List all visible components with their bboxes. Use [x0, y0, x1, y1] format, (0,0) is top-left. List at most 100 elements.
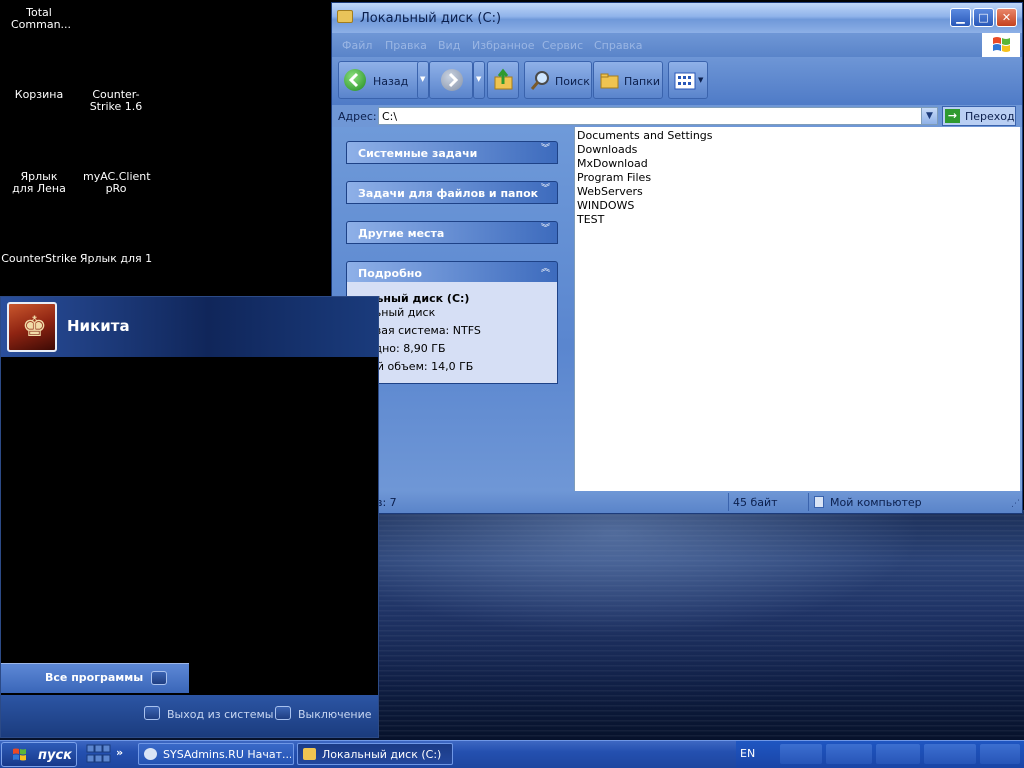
list-item[interactable]: WINDOWS [577, 199, 634, 212]
minimize-button[interactable]: ▁ [950, 8, 971, 27]
chevron-down-icon: ▼ [420, 75, 426, 83]
close-button[interactable]: ✕ [996, 8, 1017, 27]
back-arrow-icon [344, 69, 366, 91]
close-icon: ✕ [1001, 11, 1012, 24]
views-icon [674, 72, 696, 90]
tray-icon-placeholder[interactable] [780, 744, 822, 764]
quick-launch[interactable] [86, 743, 112, 765]
title-bar[interactable]: Локальный диск (C:) ▁ □ ✕ [332, 3, 1022, 33]
details-title: Подробно [358, 267, 422, 280]
forward-button[interactable] [429, 61, 473, 99]
desktop-icon-shortcut-1[interactable]: Ярлык для 1 [78, 253, 154, 265]
tray-icon-placeholder[interactable] [876, 744, 920, 764]
quick-launch-expand[interactable]: » [116, 746, 123, 759]
system-tasks-header[interactable]: Системные задачи ︾ [346, 141, 558, 164]
menu-favorites[interactable]: Избранное [472, 39, 534, 52]
folder-icon [337, 10, 353, 23]
all-programs-arrow-icon [151, 671, 167, 685]
start-label: пуск [38, 748, 72, 763]
search-button[interactable]: Поиск [524, 61, 592, 99]
other-places-header[interactable]: Другие места ︾ [346, 221, 558, 244]
maximize-button[interactable]: □ [973, 8, 994, 27]
file-tasks-header[interactable]: Задачи для файлов и папок ︾ [346, 181, 558, 204]
address-value: C:\ [382, 110, 398, 123]
go-label: Переход [965, 110, 1015, 123]
chevron-double-down-icon: ︾ [540, 144, 550, 154]
list-item[interactable]: Program Files [577, 171, 651, 184]
maximize-icon: □ [978, 11, 989, 24]
all-programs-button[interactable]: Все программы [1, 663, 189, 693]
desktop-icon-total-commander[interactable]: Total Comman... [1, 7, 77, 31]
search-icon [530, 71, 549, 90]
tray-icon-placeholder[interactable] [826, 744, 872, 764]
avatar[interactable]: ♚ [7, 302, 57, 352]
desktop-icon-counter-strike-16[interactable]: Counter-Strike 1.6 [78, 89, 154, 113]
go-arrow-icon: → [945, 109, 960, 123]
up-button[interactable] [487, 61, 519, 99]
desktop-icon-label: Корзина [14, 88, 64, 101]
forward-dropdown[interactable]: ▼ [473, 61, 485, 99]
minimize-icon: ▁ [956, 11, 965, 24]
start-button[interactable]: пуск [1, 742, 77, 767]
list-item[interactable]: WebServers [577, 185, 643, 198]
tray-clock-placeholder[interactable] [980, 744, 1020, 764]
file-tasks-title: Задачи для файлов и папок [358, 187, 539, 200]
views-button[interactable]: ▼ [668, 61, 708, 99]
system-tray: EN [736, 741, 1024, 768]
desktop-icon-label: Ярлык для 1 [79, 252, 153, 265]
go-button[interactable]: → Переход [942, 106, 1016, 126]
language-indicator[interactable]: EN [740, 747, 755, 760]
all-programs-label: Все программы [45, 671, 144, 684]
list-item[interactable]: Downloads [577, 143, 637, 156]
logoff-button[interactable]: Выход из системы [167, 708, 273, 721]
list-item[interactable]: Documents and Settings [577, 129, 713, 142]
status-bar: в: 7 45 байт Мой компьютер ⋰ [332, 491, 1022, 513]
desktop-icon-counterstrike[interactable]: CounterStrike [1, 253, 77, 265]
browser-icon [144, 748, 157, 760]
address-input[interactable]: C:\ ▼ [378, 107, 938, 125]
forward-arrow-icon [441, 69, 463, 91]
folders-button[interactable]: Папки [593, 61, 663, 99]
menu-view[interactable]: Вид [438, 39, 460, 52]
desktop-icon-label: Total Comman... [11, 6, 72, 31]
menu-bar: Файл Правка Вид Избранное Сервис Справка [332, 33, 1022, 57]
details-header[interactable]: Подробно ︽ [346, 261, 558, 284]
chevron-down-icon: ▼ [926, 111, 933, 121]
chevron-down-icon: ▼ [698, 76, 704, 84]
tray-icon-placeholder[interactable] [924, 744, 976, 764]
desktop-icon-recycle-bin[interactable]: Корзина [1, 89, 77, 101]
computer-icon [814, 496, 824, 508]
back-dropdown[interactable]: ▼ [417, 61, 429, 99]
quick-launch-icon [86, 744, 111, 763]
menu-file[interactable]: Файл [342, 39, 372, 52]
windows-flag-icon [13, 748, 26, 761]
back-button[interactable]: Назад [338, 61, 420, 99]
menu-edit[interactable]: Правка [385, 39, 427, 52]
list-item[interactable]: TEST [577, 213, 604, 226]
user-name: Никита [67, 317, 130, 335]
task-label: Локальный диск (C:) [322, 748, 442, 761]
chevron-down-icon: ▼ [476, 75, 482, 83]
chevron-double-up-icon: ︽ [540, 264, 550, 274]
taskbar-item-sysadmins[interactable]: SYSAdmins.RU Начат... [138, 743, 294, 765]
status-objects: в: 7 [376, 496, 397, 509]
address-dropdown[interactable]: ▼ [921, 108, 937, 124]
folder-icon [303, 748, 316, 760]
start-menu: ♚ Никита Все программы Выход из системы … [0, 296, 379, 738]
list-item[interactable]: MxDownload [577, 157, 648, 170]
shutdown-button[interactable]: Выключение [298, 708, 372, 721]
menu-help[interactable]: Справка [594, 39, 642, 52]
desktop-icon-shortcut-lena[interactable]: Ярлык для Лена [1, 171, 77, 195]
menu-tools[interactable]: Сервис [542, 39, 583, 52]
resize-grip-icon: ⋰ [1011, 499, 1020, 509]
desktop-icon-label: CounterStrike [1, 252, 77, 265]
taskbar-item-local-disk[interactable]: Локальный диск (C:) [297, 743, 453, 765]
explorer-window: Локальный диск (C:) ▁ □ ✕ Файл Правка Ви… [331, 2, 1023, 514]
status-zone: Мой компьютер [830, 496, 922, 509]
shutdown-icon [275, 706, 291, 720]
file-list: Documents and Settings Downloads MxDownl… [574, 127, 1020, 491]
folders-icon [600, 73, 619, 89]
back-label: Назад [373, 75, 409, 88]
desktop-icon-myac-client[interactable]: myAC.Client pRo [78, 171, 154, 195]
window-title: Локальный диск (C:) [360, 11, 502, 26]
